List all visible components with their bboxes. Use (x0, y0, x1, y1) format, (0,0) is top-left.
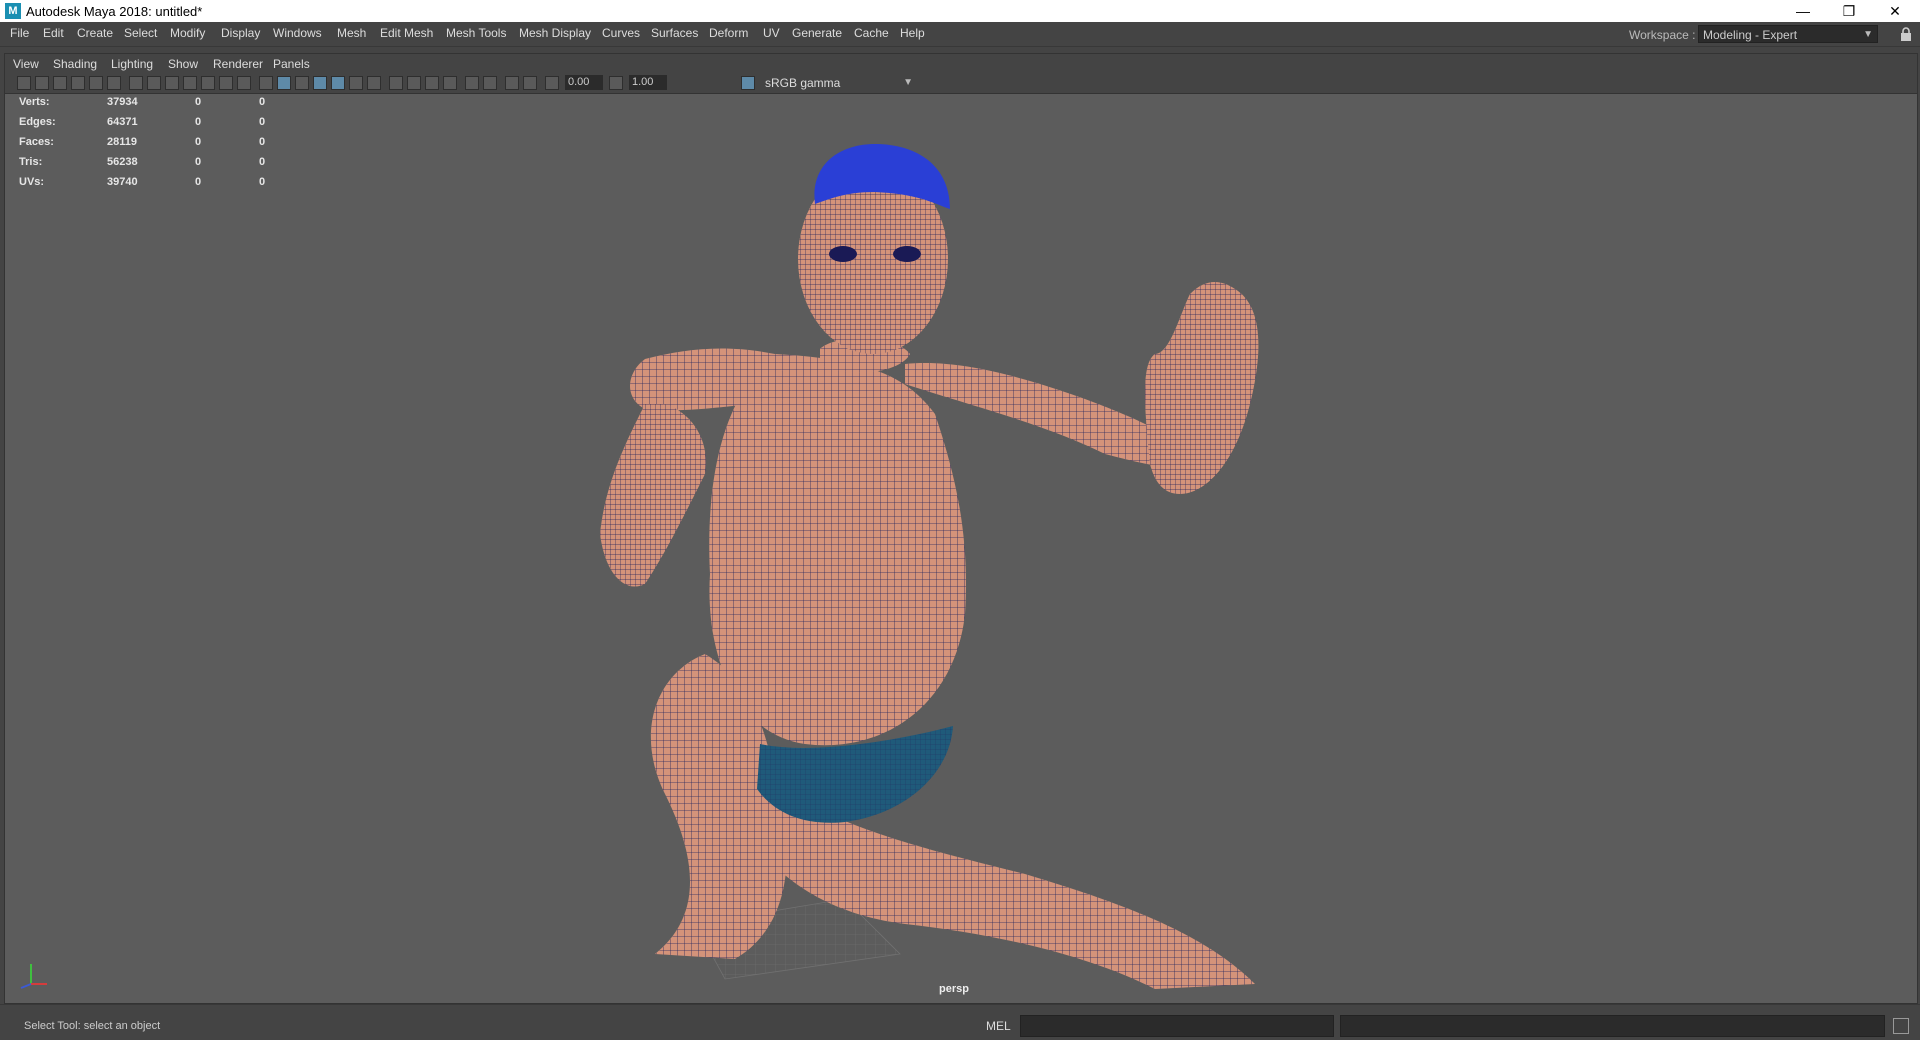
menu-uv[interactable]: UV (763, 26, 780, 40)
command-input[interactable] (1020, 1015, 1334, 1037)
hud-value: 56238 (107, 156, 138, 168)
window-title: Autodesk Maya 2018: untitled* (26, 4, 203, 19)
maya-logo-icon: M (5, 3, 21, 19)
character-model[interactable] (5, 54, 1917, 1003)
viewport-panel[interactable]: View Shading Lighting Show Renderer Pane… (4, 53, 1918, 1004)
hud-selected: 0 (195, 136, 202, 148)
hud-row-verts: Verts: 37934 0 0 (19, 96, 279, 116)
hud-highlighted: 0 (259, 176, 266, 188)
workspace-value: Modeling - Expert (1703, 28, 1798, 42)
lock-icon[interactable] (1900, 27, 1912, 41)
menu-select[interactable]: Select (124, 26, 157, 40)
menu-mesh[interactable]: Mesh (337, 26, 366, 40)
menu-curves[interactable]: Curves (602, 26, 640, 40)
script-editor-icon[interactable] (1893, 1018, 1909, 1034)
menu-modify[interactable]: Modify (170, 26, 205, 40)
restore-icon[interactable]: ❐ (1826, 0, 1872, 22)
hud-label: Faces: (19, 136, 54, 148)
close-icon[interactable]: ✕ (1872, 0, 1918, 22)
minimize-icon[interactable]: — (1780, 0, 1826, 22)
hud-value: 64371 (107, 116, 138, 128)
hud-label: UVs: (19, 176, 45, 188)
hud-highlighted: 0 (259, 116, 266, 128)
menu-cache[interactable]: Cache (854, 26, 889, 40)
hud-row-edges: Edges: 64371 0 0 (19, 116, 279, 136)
menu-display[interactable]: Display (221, 26, 260, 40)
menu-edit[interactable]: Edit (43, 26, 64, 40)
menu-deform[interactable]: Deform (709, 26, 748, 40)
hud-label: Verts: (19, 96, 50, 108)
workspace-dropdown[interactable]: Modeling - Expert ▼ (1698, 25, 1878, 43)
hud-selected: 0 (195, 116, 202, 128)
chevron-down-icon: ▼ (1863, 29, 1873, 40)
main-menu-bar: File Edit Create Select Modify Display W… (0, 22, 1920, 47)
hud-highlighted: 0 (259, 136, 266, 148)
camera-name: persp (939, 983, 969, 995)
status-bar: Select Tool: select an object MEL (0, 1004, 1920, 1040)
hud-selected: 0 (195, 176, 202, 188)
poly-count-hud: Verts: 37934 0 0 Edges: 64371 0 0 Faces:… (19, 96, 279, 196)
menu-file[interactable]: File (10, 26, 29, 40)
hud-row-faces: Faces: 28119 0 0 (19, 136, 279, 156)
hud-highlighted: 0 (259, 96, 266, 108)
menu-mesh-display[interactable]: Mesh Display (519, 26, 591, 40)
hud-label: Tris: (19, 156, 43, 168)
menu-create[interactable]: Create (77, 26, 113, 40)
menu-edit-mesh[interactable]: Edit Mesh (380, 26, 433, 40)
axis-gizmo-icon (20, 964, 47, 989)
menu-generate[interactable]: Generate (792, 26, 842, 40)
hud-label: Edges: (19, 116, 56, 128)
hud-row-tris: Tris: 56238 0 0 (19, 156, 279, 176)
help-line: Select Tool: select an object (24, 1020, 161, 1032)
command-language-toggle[interactable]: MEL (986, 1019, 1011, 1033)
hud-selected: 0 (195, 156, 202, 168)
hud-value: 28119 (107, 136, 137, 148)
menu-windows[interactable]: Windows (273, 26, 322, 40)
workspace-label: Workspace : (1629, 28, 1696, 42)
hud-row-uvs: UVs: 39740 0 0 (19, 176, 279, 196)
menu-mesh-tools[interactable]: Mesh Tools (446, 26, 506, 40)
hud-value: 37934 (107, 96, 138, 108)
hud-value: 39740 (107, 176, 138, 188)
hud-highlighted: 0 (259, 156, 266, 168)
character-body (600, 144, 1259, 989)
command-result-field (1340, 1015, 1885, 1037)
title-bar: M Autodesk Maya 2018: untitled* — ❐ ✕ (0, 0, 1920, 22)
menu-surfaces[interactable]: Surfaces (651, 26, 698, 40)
menu-help[interactable]: Help (900, 26, 925, 40)
hud-selected: 0 (195, 96, 202, 108)
